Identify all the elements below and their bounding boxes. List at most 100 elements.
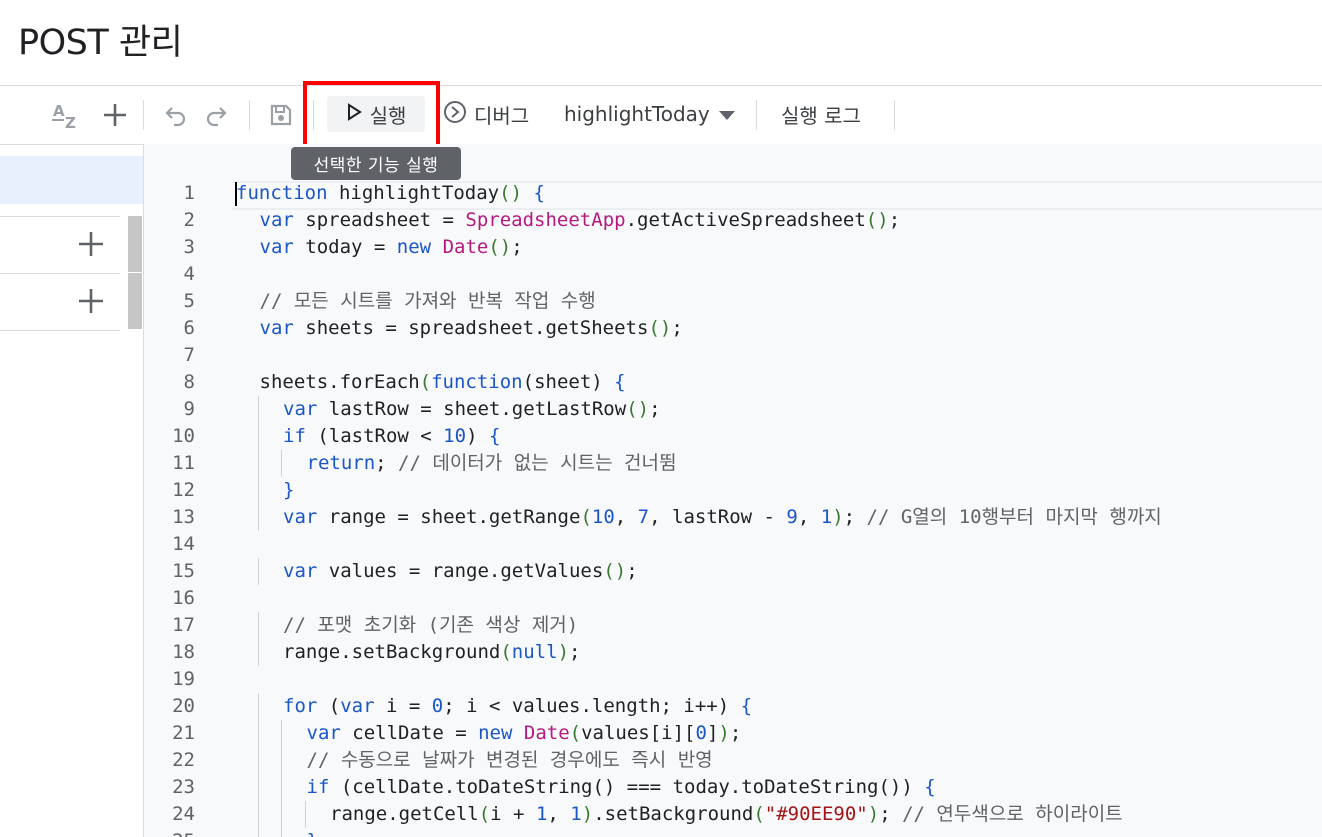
code-text: if (cellDate.toDateString() === today.to…: [307, 774, 936, 801]
sort-az-icon[interactable]: A Z: [48, 98, 84, 132]
indent-guide: [257, 801, 259, 828]
code-line: 1 function highlightToday() {: [144, 180, 1322, 207]
code-token: cellDate =: [340, 722, 479, 744]
code-text: // 수동으로 날짜가 변경된 경우에도 즉시 반영: [307, 747, 713, 774]
code-token: ; i < values.length; i++): [443, 695, 741, 717]
plus-icon[interactable]: [76, 229, 106, 259]
function-name: highlightToday: [564, 102, 710, 126]
code-token: (): [648, 317, 672, 339]
code-text: var today = new Date();: [260, 234, 523, 261]
code-token: range.getCell: [330, 803, 479, 825]
function-select[interactable]: highlightToday: [564, 96, 736, 132]
indent-guide: [281, 801, 282, 828]
indent-guide: [257, 828, 259, 837]
code-editor[interactable]: 1 function highlightToday() {2 var spreads…: [144, 144, 1322, 837]
indent-guide: [257, 720, 259, 747]
code-token: for: [283, 695, 318, 717]
code-token: ,: [614, 506, 638, 528]
code-token: {: [533, 182, 545, 204]
plus-icon[interactable]: [98, 98, 132, 132]
toolbar-divider: [249, 100, 250, 130]
code-token: var: [259, 236, 294, 258]
sidebar-divider: [0, 330, 120, 331]
line-number: 6: [183, 317, 195, 339]
indent-guide: [304, 801, 306, 828]
code-token: return: [306, 452, 376, 474]
code-line: 24 range.getCell(i + 1, 1).setBackground(…: [144, 801, 1322, 828]
code-token: ): [867, 803, 880, 825]
debug-button[interactable]: 디버그: [442, 96, 529, 132]
save-icon[interactable]: [265, 98, 297, 132]
code-token: 7: [637, 506, 650, 528]
run-button-highlight: [303, 81, 440, 150]
debug-icon: [442, 99, 468, 130]
code-token: .getActiveSpreadsheet: [625, 209, 866, 231]
code-line: 19: [144, 666, 1322, 693]
code-token: lastRow = sheet.getLastRow: [317, 398, 627, 420]
line-number: 24: [172, 803, 195, 825]
code-token: ]: [706, 722, 719, 744]
code-text: sheets.forEach(function(sheet) {: [260, 369, 626, 396]
code-token: ;: [888, 209, 901, 231]
project-title[interactable]: POST 관리: [18, 14, 183, 65]
code-line: 23 if (cellDate.toDateString() === today.…: [144, 774, 1322, 801]
code-token: ;: [626, 560, 638, 582]
indent-guide: [281, 774, 282, 801]
line-number: 9: [183, 398, 195, 420]
svg-text:Z: Z: [65, 114, 76, 131]
code-token: Date: [442, 236, 489, 258]
code-token: ;: [511, 236, 523, 258]
undo-icon[interactable]: [160, 98, 192, 132]
code-token: ): [581, 803, 594, 825]
code-line: 3 var today = new Date();: [144, 234, 1322, 261]
code-line: 18 range.setBackground(null);: [144, 639, 1322, 666]
code-line: 7: [144, 342, 1322, 369]
code-line: 15 var values = range.getValues();: [144, 558, 1322, 585]
code-text: var range = sheet.getRange(10, 7, lastRo…: [283, 504, 1162, 531]
code-token: ): [718, 722, 730, 744]
code-token: var: [283, 506, 318, 528]
line-number: 22: [172, 749, 195, 771]
line-number: 12: [172, 479, 195, 501]
indent-guide: [257, 477, 259, 504]
code-token: ): [557, 641, 570, 663]
code-line: 21 var cellDate = new Date(values[i][0]);: [144, 720, 1322, 747]
line-number: 3: [183, 236, 195, 258]
code-token: (: [499, 182, 511, 204]
code-token: SpreadsheetApp: [465, 209, 626, 231]
code-token: (: [569, 722, 582, 744]
line-number: 21: [172, 722, 195, 744]
sidebar-scrollbar-thumb[interactable]: [128, 216, 142, 272]
code-token: {: [924, 776, 936, 798]
code-token: var: [259, 209, 294, 231]
plus-icon[interactable]: [76, 286, 106, 316]
code-token: today =: [293, 236, 397, 258]
code-token: (: [478, 803, 491, 825]
code-token: 10: [443, 425, 467, 447]
redo-icon[interactable]: [200, 98, 232, 132]
sidebar-scrollbar-thumb[interactable]: [128, 273, 142, 329]
execution-log-button[interactable]: 실행 로그: [781, 96, 861, 132]
line-number: 19: [172, 668, 195, 690]
code-token: .setBackground: [593, 803, 754, 825]
indent-guide: [281, 450, 282, 477]
code-token: ,: [547, 803, 571, 825]
indent-guide: [257, 612, 259, 639]
code-text: if (lastRow < 10) {: [283, 423, 500, 450]
code-token: ): [466, 425, 489, 447]
code-token: (sheet): [522, 371, 615, 393]
code-text: function highlightToday() {: [236, 180, 545, 207]
code-text: range.setBackground(null);: [283, 639, 580, 666]
code-line: 6 var sheets = spreadsheet.getSheets();: [144, 315, 1322, 342]
code-token: if: [306, 776, 330, 798]
indent-guide: [257, 558, 259, 585]
code-line: 25}: [144, 828, 1322, 837]
selected-file-item[interactable]: [0, 156, 143, 204]
line-number: 2: [183, 209, 195, 231]
code-token: (): [488, 236, 512, 258]
toolbar: A Z 실행 디버그 highlightToday 실행 로그: [0, 86, 1322, 145]
code-line: 16: [144, 585, 1322, 612]
code-token: ;: [671, 317, 683, 339]
code-token: // G열의 10행부터 마지막 행까지: [866, 506, 1162, 528]
line-number: 25: [144, 828, 195, 837]
